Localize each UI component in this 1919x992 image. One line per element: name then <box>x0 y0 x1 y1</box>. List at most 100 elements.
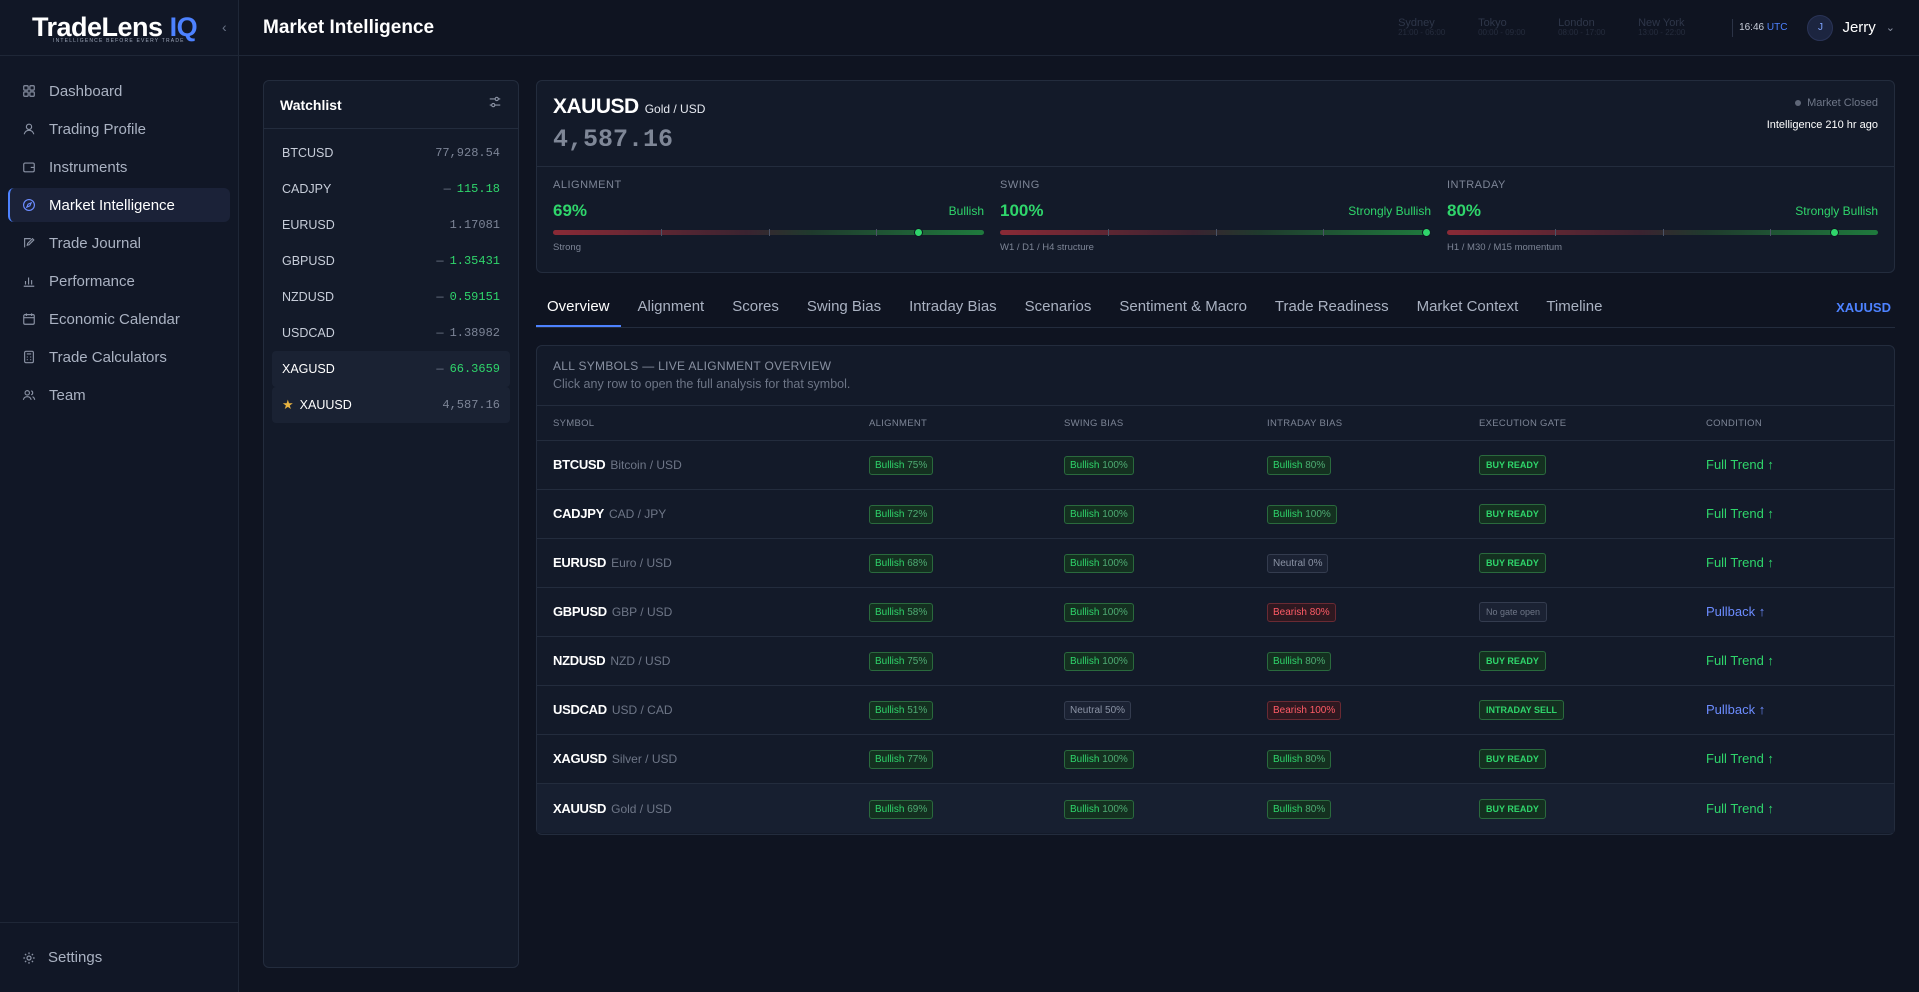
watchlist-symbol: USDCAD <box>282 326 335 340</box>
watchlist-symbol: EURUSD <box>282 218 335 232</box>
sidebar-item-label: Instruments <box>49 158 128 176</box>
sidebar-item-label: Dashboard <box>49 82 123 100</box>
table-row[interactable]: EURUSD Euro / USD Bullish 68% Bullish 100% N… <box>537 539 1894 588</box>
top-bar: Market Intelligence Sydney 21:00 - 06:00 T… <box>239 0 1919 56</box>
metric-value: 80% <box>1447 201 1482 220</box>
watchlist-item-xauusd[interactable]: ★ XAUUSD 4,587.16 <box>272 387 510 423</box>
metric-bias: Bullish <box>948 204 984 218</box>
settings-link[interactable]: Settings <box>0 922 238 992</box>
table-row[interactable]: GBPUSD GBP / USD Bullish 58% Bullish 100% Be… <box>537 588 1894 637</box>
intelligence-age: Intelligence 210 hr ago <box>1766 119 1878 131</box>
page-title: Market Intelligence <box>263 16 435 38</box>
watchlist-item-gbpusd[interactable]: GBPUSD —1.35431 <box>272 243 510 279</box>
sidebar-item-performance[interactable]: Performance <box>8 264 230 298</box>
watchlist-item-xagusd[interactable]: XAGUSD —66.3659 <box>272 351 510 387</box>
table-row[interactable]: XAGUSD Silver / USD Bullish 77% Bullish 100… <box>537 735 1894 784</box>
logo-tagline: INTELLIGENCE BEFORE EVERY TRADE <box>53 38 185 44</box>
tab-trade-readiness[interactable]: Trade Readiness <box>1264 290 1400 327</box>
sidebar-item-trade-calculators[interactable]: Trade Calculators <box>8 340 230 374</box>
calculator-icon <box>22 350 36 364</box>
watchlist-title: Watchlist <box>280 96 342 113</box>
logo[interactable]: TradeLens IQ INTELLIGENCE BEFORE EVERY T… <box>0 0 238 56</box>
detail-price: 4,587.16 <box>553 125 674 154</box>
session-time: 21:00 - 06:00 <box>1398 28 1446 38</box>
column-header[interactable]: ALIGNMENT <box>869 418 1064 429</box>
trend-dash: — <box>436 326 444 340</box>
table-row[interactable]: USDCAD USD / CAD Bullish 51% Neutral 50% Bea… <box>537 686 1894 735</box>
bias-badge: Bullish 80% <box>1267 799 1332 819</box>
watchlist-item-btcusd[interactable]: BTCUSD 77,928.54 <box>272 135 510 171</box>
column-header[interactable]: SWING BIAS <box>1064 418 1267 429</box>
sidebar-item-label: Performance <box>49 272 135 290</box>
tab-timeline[interactable]: Timeline <box>1535 290 1613 327</box>
sidebar-item-instruments[interactable]: Instruments <box>8 150 230 184</box>
condition-label: Full Trend ↑ <box>1706 653 1774 668</box>
execution-gate-badge: BUY READY <box>1479 798 1546 819</box>
top-right: Sydney 21:00 - 06:00 Tokyo 00:00 - 09:00 Lon… <box>1398 14 1895 41</box>
watchlist-item-eurusd[interactable]: EURUSD 1.17081 <box>272 207 510 243</box>
watchlist-header: Watchlist <box>264 81 518 129</box>
table-row[interactable]: XAUUSD Gold / USD Bullish 69% Bullish 100% B… <box>537 784 1894 833</box>
watchlist-symbol: BTCUSD <box>282 146 334 160</box>
execution-gate-badge: BUY READY <box>1479 553 1546 573</box>
execution-gate-badge: BUY READY <box>1479 749 1546 769</box>
watchlist-item-nzdusd[interactable]: NZDUSD —0.59151 <box>272 279 510 315</box>
sidebar-item-dashboard[interactable]: Dashboard <box>8 74 230 108</box>
bias-badge: Bullish 58% <box>869 603 934 622</box>
bias-badge: Bullish 100% <box>1064 603 1134 622</box>
watchlist-panel: Watchlist BTCUSD 77,928.54 CADJPY —115.18 EU… <box>263 80 519 968</box>
settings-label: Settings <box>48 949 103 966</box>
sidebar-item-trade-journal[interactable]: Trade Journal <box>8 226 230 260</box>
bias-badge: Bearish 100% <box>1267 701 1342 720</box>
analysis-tabs: Overview Alignment Scores Swing Bias Intrada… <box>536 290 1895 328</box>
filter-icon[interactable] <box>488 95 502 114</box>
bias-badge: Bullish 80% <box>1267 456 1332 475</box>
metric-bias: Strongly Bullish <box>1795 204 1878 218</box>
symbol-detail-card: XAUUSD Gold / USD 4,587.16 Market Closed … <box>536 80 1895 273</box>
sidebar-item-trading-profile[interactable]: Trading Profile <box>8 112 230 146</box>
tab-swing-bias[interactable]: Swing Bias <box>796 290 892 327</box>
tab-overview[interactable]: Overview <box>536 290 621 327</box>
session-time: 08:00 - 17:00 <box>1558 28 1606 38</box>
watchlist-symbol: NZDUSD <box>282 290 335 304</box>
detail-name: Gold / USD <box>644 102 706 116</box>
sidebar-item-label: Team <box>49 386 86 404</box>
metric-label: ALIGNMENT <box>553 179 622 191</box>
row-symbol: XAGUSD <box>553 751 607 766</box>
watchlist-item-usdcad[interactable]: USDCAD —1.38982 <box>272 315 510 351</box>
status-dot-icon <box>1795 100 1802 107</box>
watchlist-price: —115.18 <box>443 182 500 196</box>
bias-badge: Neutral 50% <box>1064 701 1132 720</box>
row-symbol-name: Gold / USD <box>611 801 672 816</box>
metric-label: SWING <box>1000 179 1040 191</box>
collapse-sidebar-icon[interactable]: ‹ <box>222 19 227 35</box>
table-row[interactable]: CADJPY CAD / JPY Bullish 72% Bullish 100% Bu… <box>537 490 1894 539</box>
metric-swing: SWING 100% Strongly Bullish W1 / D1 / H4 st… <box>1000 179 1431 253</box>
watchlist-item-cadjpy[interactable]: CADJPY —115.18 <box>272 171 510 207</box>
watchlist-symbol: XAGUSD <box>282 362 335 376</box>
bias-badge: Bullish 72% <box>869 505 934 524</box>
tab-scenarios[interactable]: Scenarios <box>1014 290 1103 327</box>
tab-scores[interactable]: Scores <box>721 290 790 327</box>
tab-intraday-bias[interactable]: Intraday Bias <box>898 290 1008 327</box>
table-row[interactable]: NZDUSD NZD / USD Bullish 75% Bullish 100% Bu… <box>537 637 1894 686</box>
table-row[interactable]: BTCUSD Bitcoin / USD Bullish 75% Bullish 10… <box>537 441 1894 490</box>
sidebar-item-market-intelligence[interactable]: Market Intelligence <box>8 188 230 222</box>
star-icon[interactable]: ★ <box>282 397 294 413</box>
metric-subtitle: W1 / D1 / H4 structure <box>1000 242 1094 253</box>
column-header[interactable]: INTRADAY BIAS <box>1267 418 1479 429</box>
tab-sentiment-macro[interactable]: Sentiment & Macro <box>1108 290 1258 327</box>
bias-badge: Bullish 100% <box>1267 505 1337 524</box>
session-new-york: New York 13:00 - 22:00 <box>1638 17 1718 38</box>
session-london: London 08:00 - 17:00 <box>1558 17 1638 38</box>
column-header[interactable]: CONDITION <box>1706 418 1886 429</box>
sidebar-item-economic-calendar[interactable]: Economic Calendar <box>8 302 230 336</box>
sidebar-item-team[interactable]: Team <box>8 378 230 412</box>
tab-market-context[interactable]: Market Context <box>1406 290 1530 327</box>
user-menu[interactable]: J Jerry ⌄ <box>1807 14 1895 41</box>
column-header[interactable]: EXECUTION GATE <box>1479 418 1706 429</box>
watchlist-price: 1.17081 <box>449 218 500 232</box>
bias-badge: Bullish 69% <box>869 799 934 819</box>
column-header[interactable]: SYMBOL <box>537 418 869 429</box>
tab-alignment[interactable]: Alignment <box>627 290 716 327</box>
